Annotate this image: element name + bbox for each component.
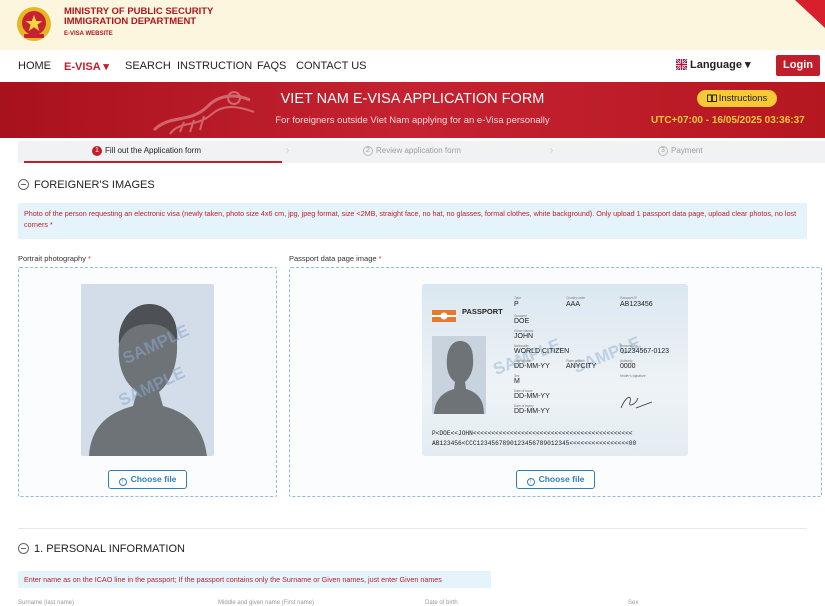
pp-nationality-value: WORLD CITIZEN bbox=[514, 348, 570, 355]
portrait-choose-file-button[interactable]: ↑ Choose file bbox=[108, 470, 187, 489]
pp-number-value: AB123456 bbox=[620, 301, 653, 308]
pp-authority-value: 0000 bbox=[620, 363, 636, 370]
collapse-icon bbox=[18, 543, 29, 554]
required-marker: * bbox=[47, 220, 53, 229]
pp-dob-value: DD-MM-YY bbox=[514, 363, 550, 370]
pp-type-value: P bbox=[514, 301, 519, 308]
instructions-label: Instructions bbox=[718, 93, 768, 104]
nav-faqs[interactable]: FAQS bbox=[257, 60, 286, 72]
pp-given-value: JOHN bbox=[514, 333, 534, 340]
nav-evisa[interactable]: E-VISA ▾ bbox=[64, 60, 109, 73]
step-2-label: Review application form bbox=[376, 146, 461, 156]
portrait-sample-image: SAMPLE SAMPLE bbox=[81, 284, 214, 456]
upload-icon: ↑ bbox=[526, 478, 535, 486]
pp-expiry-value: DD-MM-YY bbox=[514, 408, 550, 415]
pp-personal-value: 01234567-0123 bbox=[620, 348, 670, 355]
language-select[interactable]: Language ▾ bbox=[675, 58, 751, 71]
ministry-line-3: E-VISA WEBSITE bbox=[64, 31, 113, 37]
pp-country-value: AAA bbox=[566, 301, 581, 308]
ministry-line-2: IMMIGRATION DEPARTMENT bbox=[64, 16, 197, 27]
required-marker: * bbox=[376, 254, 382, 263]
instructions-button[interactable]: Instructions bbox=[697, 90, 777, 107]
passport-label-text: Passport data page image bbox=[289, 254, 377, 263]
corner-decoration bbox=[795, 0, 825, 28]
personal-info-box: Enter name as on the ICAO line in the pa… bbox=[18, 571, 491, 588]
pp-sex-value: M bbox=[514, 378, 520, 385]
nav-search[interactable]: SEARCH bbox=[125, 60, 171, 72]
surname-label: Surname (last name) bbox=[18, 600, 75, 606]
form-banner: VIET NAM E-VISA APPLICATION FORM For for… bbox=[0, 82, 825, 138]
passport-word: PASSPORT bbox=[462, 307, 503, 316]
passport-choose-file-button[interactable]: ↑ Choose file bbox=[516, 470, 595, 489]
collapse-icon bbox=[18, 179, 29, 190]
required-marker: * bbox=[85, 254, 91, 263]
person-silhouette-icon: SAMPLE SAMPLE bbox=[89, 304, 207, 456]
pp-surname-value: DOE bbox=[514, 318, 530, 325]
login-button[interactable]: Login bbox=[776, 55, 820, 76]
personal-section-header[interactable]: 1. PERSONAL INFORMATION bbox=[18, 543, 185, 555]
progress-steps: 1 Fill out the Application form › 2 Review… bbox=[18, 141, 825, 163]
nav-contact[interactable]: CONTACT US bbox=[296, 60, 367, 72]
step-3-number: 3 bbox=[658, 146, 668, 156]
personal-info-text: Enter name as on the ICAO line in the pa… bbox=[24, 575, 442, 584]
passport-sample-image: SAMPLE SAMPLE PASSPORT Type P Country co… bbox=[422, 284, 688, 456]
step-1[interactable]: 1 Fill out the Application form bbox=[92, 146, 201, 156]
nav-home[interactable]: HOME bbox=[18, 60, 51, 72]
pp-mrz-line-2: AB123456<CCC1234567890123456789012345<<<… bbox=[432, 440, 637, 447]
pp-country-label: Country code bbox=[566, 296, 585, 300]
section-divider bbox=[18, 528, 807, 529]
national-emblem-icon[interactable] bbox=[16, 6, 52, 42]
upload-icon: ↑ bbox=[118, 478, 127, 486]
images-section-header[interactable]: FOREIGNER'S IMAGES bbox=[18, 179, 155, 191]
step-3[interactable]: 3 Payment bbox=[658, 146, 703, 156]
images-info-text: Photo of the person requesting an electr… bbox=[24, 209, 797, 229]
active-step-indicator bbox=[24, 161, 282, 163]
step-3-label: Payment bbox=[671, 146, 703, 156]
dragon-ornament bbox=[152, 91, 255, 135]
main-nav: HOME E-VISA ▾ SEARCH INSTRUCTION FAQS CO… bbox=[0, 50, 825, 82]
pp-pob-value: ANYCITY bbox=[566, 363, 597, 370]
chevron-right-icon: › bbox=[286, 145, 290, 156]
dob-label: Date of birth bbox=[425, 600, 458, 606]
language-label: Language ▾ bbox=[690, 59, 751, 71]
choose-file-label: Choose file bbox=[538, 474, 585, 484]
step-1-number: 1 bbox=[92, 146, 102, 156]
middle-name-label: Middle and given name (First name) bbox=[218, 600, 315, 606]
images-info-box: Photo of the person requesting an electr… bbox=[18, 203, 807, 239]
flag-icon bbox=[675, 58, 688, 71]
book-icon bbox=[706, 94, 717, 102]
chevron-right-icon: › bbox=[550, 145, 554, 156]
pp-type-label: Type bbox=[514, 296, 521, 300]
step-1-label: Fill out the Application form bbox=[105, 146, 202, 156]
server-clock: UTC+07:00 - 16/05/2025 03:36:37 bbox=[651, 115, 805, 126]
passport-label: Passport data page image * bbox=[289, 254, 382, 263]
portrait-label: Portrait photography * bbox=[18, 254, 91, 263]
site-header: MINISTRY OF PUBLIC SECURITY IMMIGRATION … bbox=[0, 0, 825, 50]
pp-issue-value: DD-MM-YY bbox=[514, 393, 550, 400]
choose-file-label: Choose file bbox=[130, 474, 177, 484]
portrait-label-text: Portrait photography bbox=[18, 254, 86, 263]
ministry-title[interactable]: MINISTRY OF PUBLIC SECURITY IMMIGRATION … bbox=[64, 7, 213, 39]
sample-watermark: SAMPLE bbox=[491, 335, 564, 379]
pp-mrz-line-1: P<DOE<<JOHN<<<<<<<<<<<<<<<<<<<<<<<<<<<<<… bbox=[432, 430, 633, 437]
step-2-number: 2 bbox=[363, 146, 373, 156]
step-2[interactable]: 2 Review application form bbox=[363, 146, 461, 156]
images-section-title: FOREIGNER'S IMAGES bbox=[34, 179, 155, 191]
pp-signature-label: Holder's signature bbox=[620, 374, 646, 378]
sex-label: Sex bbox=[628, 600, 639, 606]
nav-instruction[interactable]: INSTRUCTION bbox=[177, 60, 252, 72]
personal-section-title: 1. PERSONAL INFORMATION bbox=[34, 543, 185, 555]
pp-number-label: Passport Nº bbox=[620, 296, 637, 300]
